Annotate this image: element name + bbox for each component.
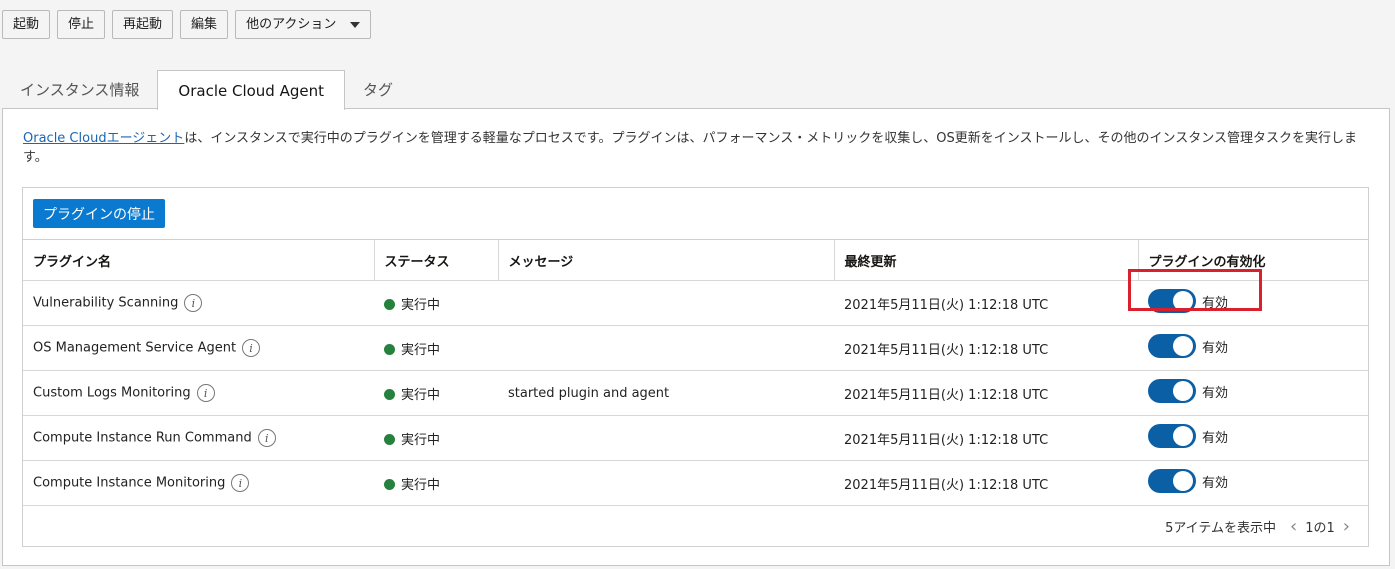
table-header-row: プラグイン名 ステータス メッセージ 最終更新 プラグインの有効化	[23, 239, 1368, 281]
status-running-icon	[384, 388, 395, 400]
plugin-name-cell: Compute Instance Monitoring i	[23, 460, 374, 506]
status-running-icon	[384, 433, 395, 445]
info-icon[interactable]: i	[231, 474, 250, 492]
enable-toggle[interactable]	[1148, 289, 1196, 313]
tab-panel: Oracle Cloudエージェントは、インスタンスで実行中のプラグインを管理す…	[2, 108, 1390, 566]
toggle-label: 有効	[1202, 385, 1229, 401]
chevron-right-icon[interactable]: ›	[1343, 517, 1350, 536]
status-text: 実行中	[401, 477, 441, 493]
col-header-status[interactable]: ステータス	[374, 239, 499, 281]
plugins-table-container: プラグインの停止 プラグイン名 ステータス メッセージ 最終更新 プラグインの有…	[22, 187, 1369, 547]
edit-button[interactable]: 編集	[180, 10, 229, 39]
page-indicator: 1の1	[1305, 521, 1335, 536]
table-row: Compute Instance Run Command i 実行中 2021年5…	[23, 415, 1368, 461]
start-button[interactable]: 起動	[2, 10, 51, 39]
tab-oracle-cloud-agent[interactable]: Oracle Cloud Agent	[157, 70, 345, 110]
table-row: Custom Logs Monitoring i 実行中 started plug…	[23, 370, 1368, 416]
chevron-left-icon[interactable]: ‹	[1290, 517, 1297, 536]
plugin-name-cell: Vulnerability Scanning i	[23, 280, 374, 326]
col-header-message[interactable]: メッセージ	[498, 239, 835, 281]
info-icon[interactable]: i	[257, 429, 276, 447]
message-cell	[498, 415, 834, 461]
status-text: 実行中	[401, 432, 441, 448]
plugin-name-cell: OS Management Service Agent i	[23, 325, 374, 371]
status-text: 実行中	[401, 342, 441, 358]
tab-instance-info[interactable]: インスタンス情報	[2, 70, 157, 109]
status-text: 実行中	[401, 297, 441, 313]
message-cell: started plugin and agent	[498, 370, 834, 416]
info-icon[interactable]: i	[242, 339, 261, 357]
plugin-name-cell: Compute Instance Run Command i	[23, 415, 374, 461]
last-updated-cell: 2021年5月11日(火) 1:12:18 UTC	[834, 325, 1138, 371]
intro-body: は、インスタンスで実行中のプラグインを管理する軽量なプロセスです。プラグインは、…	[23, 131, 1357, 165]
stop-button[interactable]: 停止	[57, 10, 106, 39]
status-cell: 実行中	[374, 280, 498, 326]
last-updated-cell: 2021年5月11日(火) 1:12:18 UTC	[834, 460, 1138, 506]
info-icon[interactable]: i	[196, 384, 215, 402]
status-running-icon	[384, 478, 395, 490]
enable-cell: 有効	[1138, 415, 1368, 461]
message-cell	[498, 460, 834, 506]
col-header-plugin-enabled[interactable]: プラグインの有効化	[1138, 239, 1368, 281]
table-footer: 5アイテムを表示中 ‹ 1の1 ›	[1165, 517, 1350, 536]
status-text: 実行中	[401, 387, 441, 403]
enable-cell: 有効	[1138, 325, 1368, 371]
message-cell	[498, 325, 834, 371]
plugin-name: OS Management Service Agent	[33, 340, 237, 356]
caret-down-icon	[350, 21, 361, 28]
enable-toggle-group: 有効	[1148, 334, 1228, 358]
enable-toggle-group: 有効	[1148, 424, 1228, 448]
status-cell: 実行中	[374, 460, 498, 506]
table-row: OS Management Service Agent i 実行中 2021年5月…	[23, 325, 1368, 371]
plugins-table: プラグイン名 ステータス メッセージ 最終更新 プラグインの有効化 Vulner…	[23, 239, 1368, 506]
plugin-name-cell: Custom Logs Monitoring i	[23, 370, 374, 416]
info-icon[interactable]: i	[184, 294, 203, 312]
plugin-name: Vulnerability Scanning	[33, 295, 179, 311]
status-cell: 実行中	[374, 415, 498, 461]
enable-toggle-group: 有効	[1148, 469, 1228, 493]
message-cell	[498, 280, 834, 326]
action-toolbar: 起動 停止 再起動 編集 他のアクション	[2, 10, 372, 39]
plugin-name: Compute Instance Monitoring	[33, 475, 226, 491]
last-updated-cell: 2021年5月11日(火) 1:12:18 UTC	[834, 415, 1138, 461]
enable-cell: 有効	[1128, 269, 1368, 326]
status-cell: 実行中	[374, 370, 498, 416]
oracle-cloud-agent-link[interactable]: Oracle Cloudエージェント	[23, 131, 184, 146]
more-actions-label: 他のアクション	[246, 17, 337, 32]
enable-toggle[interactable]	[1148, 334, 1196, 358]
stop-plugins-button[interactable]: プラグインの停止	[33, 199, 165, 228]
status-running-icon	[384, 298, 395, 310]
enable-toggle[interactable]	[1148, 469, 1196, 493]
restart-button[interactable]: 再起動	[112, 10, 174, 39]
tab-tags[interactable]: タグ	[345, 70, 411, 109]
enable-toggle[interactable]	[1148, 379, 1196, 403]
plugin-name: Custom Logs Monitoring	[33, 385, 191, 401]
enable-toggle-group: 有効	[1148, 379, 1228, 403]
table-row: Compute Instance Monitoring i 実行中 2021年5月…	[23, 460, 1368, 506]
last-updated-cell: 2021年5月11日(火) 1:12:18 UTC	[834, 370, 1138, 416]
tab-bar: インスタンス情報 Oracle Cloud Agent タグ	[2, 70, 411, 110]
enable-toggle[interactable]	[1148, 424, 1196, 448]
status-cell: 実行中	[374, 325, 498, 371]
item-count-text: 5アイテムを表示中	[1165, 521, 1277, 536]
col-header-plugin-name[interactable]: プラグイン名	[23, 239, 375, 281]
status-running-icon	[384, 343, 395, 355]
toggle-label: 有効	[1202, 295, 1229, 311]
toggle-label: 有効	[1202, 475, 1229, 491]
more-actions-button[interactable]: 他のアクション	[235, 10, 372, 39]
enable-toggle-group: 有効	[1128, 269, 1262, 313]
pagination: ‹ 1の1 ›	[1290, 517, 1350, 536]
enable-cell: 有効	[1138, 370, 1368, 416]
toggle-label: 有効	[1202, 340, 1229, 356]
table-row: Vulnerability Scanning i 実行中 2021年5月11日(火…	[23, 269, 1368, 326]
enable-cell: 有効	[1138, 460, 1368, 506]
intro-text: Oracle Cloudエージェントは、インスタンスで実行中のプラグインを管理す…	[23, 129, 1368, 167]
col-header-last-updated[interactable]: 最終更新	[834, 239, 1139, 281]
last-updated-cell: 2021年5月11日(火) 1:12:18 UTC	[834, 280, 1138, 326]
plugin-name: Compute Instance Run Command	[33, 430, 252, 446]
toggle-label: 有効	[1202, 430, 1229, 446]
